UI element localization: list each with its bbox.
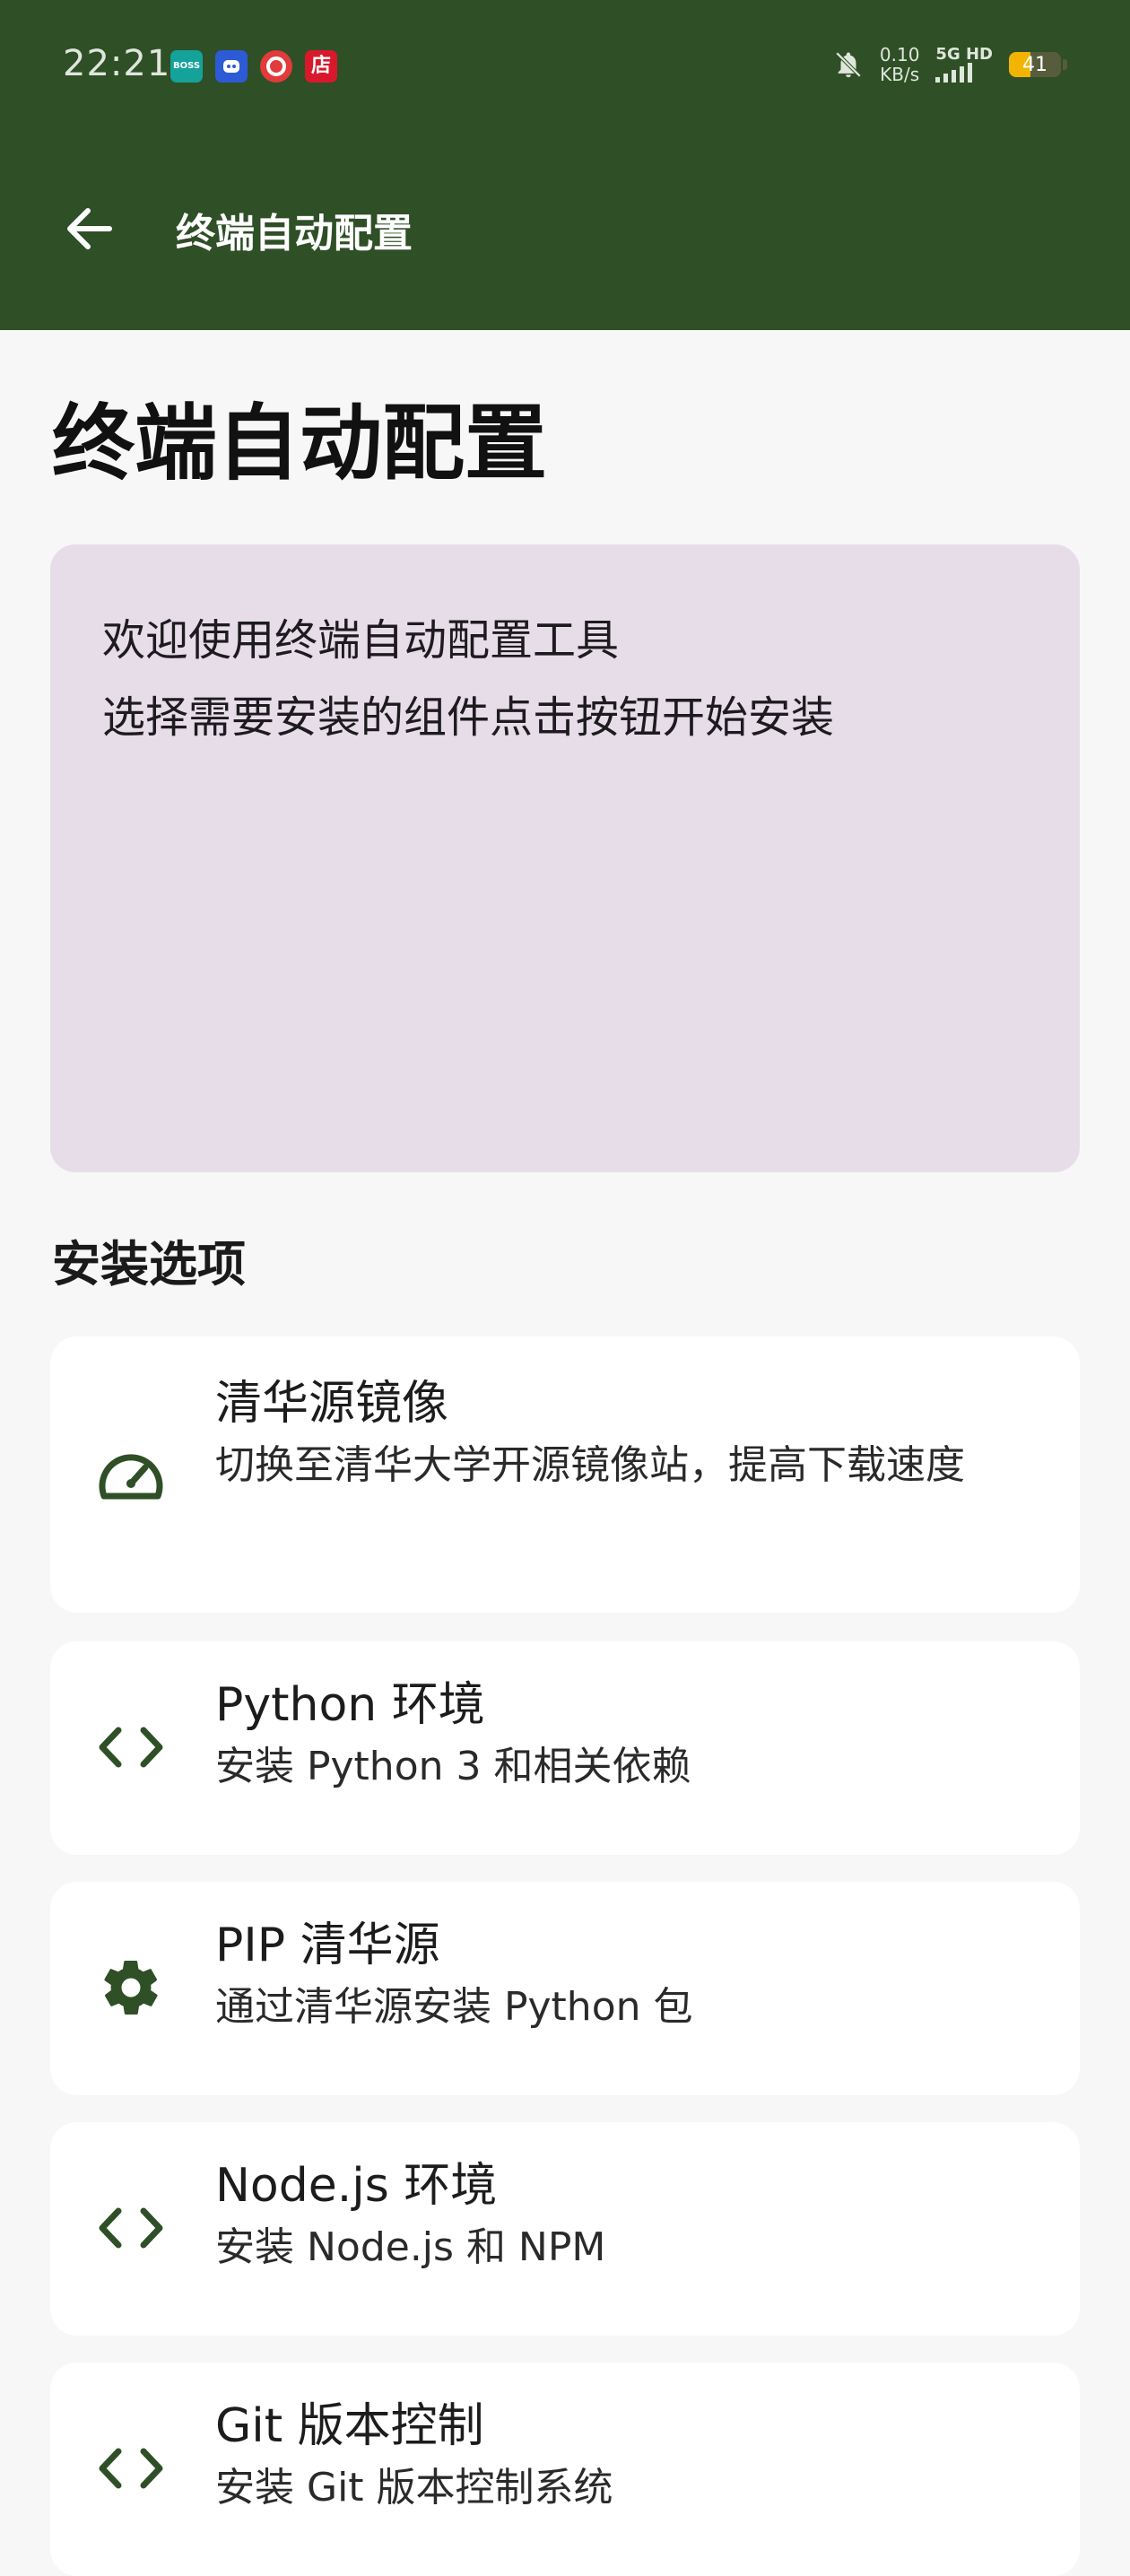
option-tsinghua-mirror[interactable]: 清华源镜像 切换至清华大学开源镜像站，提高下载速度 — [50, 1336, 1080, 1613]
signal-bars-icon — [935, 63, 993, 83]
battery-text: 41 — [1022, 53, 1047, 76]
section-title: 安装选项 — [52, 1235, 246, 1292]
status-bar: 22:21 BOSS 店 0.10 KB/s 5G HD 41 — [0, 0, 1130, 135]
option-title: PIP 清华源 — [215, 1919, 440, 1972]
gear-icon — [90, 1946, 172, 2029]
code-icon — [90, 2427, 172, 2510]
code-icon — [90, 1706, 172, 1788]
net-speed: 0.10 KB/s — [880, 45, 920, 84]
welcome-line-2: 选择需要安装的组件点击按钮开始安装 — [102, 692, 835, 743]
top-bar: 22:21 BOSS 店 0.10 KB/s 5G HD 41 终端自动配置 — [0, 0, 1130, 330]
boss-app-icon: BOSS — [170, 50, 203, 83]
page-title: 终端自动配置 — [52, 395, 548, 492]
signal-indicator: 5G HD — [935, 47, 993, 83]
option-description: 安装 Python 3 和相关依赖 — [215, 1744, 691, 1789]
option-description: 安装 Git 版本控制系统 — [215, 2465, 613, 2511]
app-bar: 终端自动配置 — [0, 179, 1130, 278]
option-pip-mirror[interactable]: PIP 清华源 通过清华源安装 Python 包 — [50, 1882, 1080, 2095]
speedometer-icon — [90, 1433, 172, 1516]
notification-icons: BOSS 店 — [170, 50, 337, 83]
app-bar-title: 终端自动配置 — [176, 211, 413, 257]
red-app-icon — [260, 50, 292, 83]
status-time: 22:21 — [63, 43, 171, 84]
welcome-line-1: 欢迎使用终端自动配置工具 — [102, 615, 620, 666]
option-title: Python 环境 — [215, 1678, 485, 1732]
option-description: 通过清华源安装 Python 包 — [215, 1984, 693, 2030]
option-title: Node.js 环境 — [215, 2159, 498, 2213]
back-button[interactable] — [52, 197, 124, 260]
bell-off-icon — [835, 51, 862, 78]
option-description: 安装 Node.js 和 NPM — [215, 2224, 606, 2270]
battery-icon: 41 — [1009, 52, 1061, 77]
signal-label: 5G HD — [935, 45, 993, 64]
option-git[interactable]: Git 版本控制 安装 Git 版本控制系统 — [50, 2363, 1080, 2576]
welcome-card: 欢迎使用终端自动配置工具 选择需要安装的组件点击按钮开始安装 — [50, 544, 1080, 1172]
option-title: 清华源镜像 — [215, 1377, 449, 1431]
arrow-left-icon — [67, 208, 112, 249]
option-title: Git 版本控制 — [215, 2399, 484, 2453]
option-python[interactable]: Python 环境 安装 Python 3 和相关依赖 — [50, 1641, 1080, 1855]
option-nodejs[interactable]: Node.js 环境 安装 Node.js 和 NPM — [50, 2122, 1080, 2336]
net-speed-value: 0.10 — [879, 44, 920, 65]
option-description: 切换至清华大学开源镜像站，提高下载速度 — [215, 1442, 965, 1488]
store-app-icon: 店 — [305, 50, 337, 83]
code-icon — [90, 2187, 172, 2269]
robot-app-icon — [215, 50, 248, 83]
status-right: 0.10 KB/s 5G HD 41 — [833, 45, 1067, 84]
net-speed-unit: KB/s — [880, 64, 920, 85]
